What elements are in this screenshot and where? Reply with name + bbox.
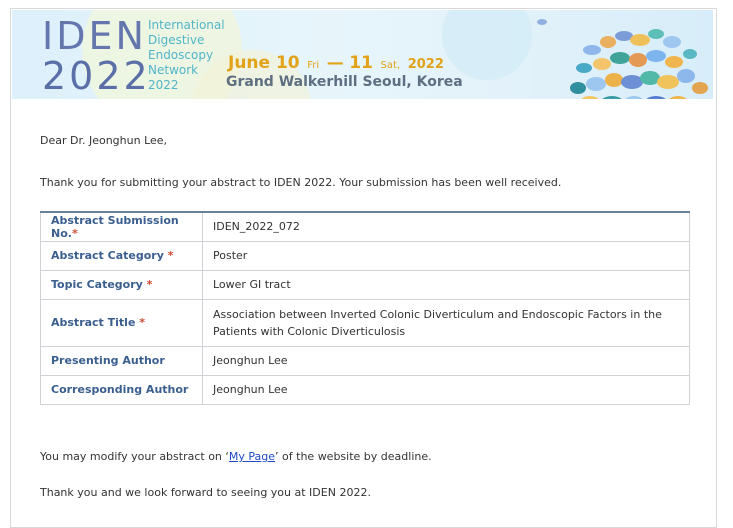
logo-text-year: 2022 bbox=[42, 54, 151, 98]
logo-text-iden: IDEN bbox=[42, 14, 147, 58]
org-line: 2022 bbox=[148, 78, 179, 92]
date-dash: — bbox=[326, 53, 344, 73]
org-line: Digestive bbox=[148, 33, 205, 47]
row-label: Topic Category * bbox=[40, 269, 203, 300]
required-mark: * bbox=[142, 278, 153, 291]
organization-name: International Digestive Endoscopy Networ… bbox=[148, 18, 225, 93]
email-greeting: Dear Dr. Jeonghun Lee, bbox=[40, 134, 168, 147]
event-venue: Grand Walkerhill Seoul, Korea bbox=[226, 74, 463, 90]
org-line: Network bbox=[148, 63, 199, 77]
row-label: Abstract Submission No.* bbox=[40, 211, 203, 242]
row-label: Abstract Title * bbox=[40, 298, 203, 347]
table-row: Corresponding Author Jeonghun Lee bbox=[40, 374, 690, 405]
org-line: International bbox=[148, 18, 225, 32]
conference-banner: IDEN 2022 International Digestive Endosc… bbox=[12, 10, 713, 99]
required-mark: * bbox=[135, 316, 146, 329]
row-value: Association between Inverted Colonic Div… bbox=[202, 298, 690, 347]
table-row: Abstract Category * Poster bbox=[40, 240, 690, 271]
date-start: June 10 bbox=[228, 53, 300, 73]
row-value: Poster bbox=[202, 240, 690, 271]
email-closing: Thank you and we look forward to seeing … bbox=[40, 486, 371, 499]
date-end-day: Sat, bbox=[380, 60, 401, 71]
table-row: Topic Category * Lower GI tract bbox=[40, 269, 690, 300]
date-end: 11 bbox=[349, 53, 373, 73]
row-label: Abstract Category * bbox=[40, 240, 203, 271]
org-line: Endoscopy bbox=[148, 48, 214, 62]
submission-details-table: Abstract Submission No.* IDEN_2022_072 A… bbox=[40, 211, 690, 405]
table-row: Abstract Submission No.* IDEN_2022_072 bbox=[40, 211, 690, 242]
email-modify-notice: You may modify your abstract on ‘My Page… bbox=[40, 450, 432, 463]
row-value: IDEN_2022_072 bbox=[202, 211, 690, 242]
iden-logo: IDEN 2022 bbox=[42, 14, 152, 98]
date-start-day: Fri bbox=[307, 60, 320, 71]
row-label: Presenting Author bbox=[40, 345, 203, 376]
leaf-globe-illustration bbox=[537, 19, 708, 99]
table-row: Presenting Author Jeonghun Lee bbox=[40, 345, 690, 376]
date-year: 2022 bbox=[407, 57, 444, 72]
row-value: Lower GI tract bbox=[202, 269, 690, 300]
row-value: Jeonghun Lee bbox=[202, 345, 690, 376]
required-mark: * bbox=[71, 226, 78, 240]
row-label: Corresponding Author bbox=[40, 374, 203, 405]
my-page-link[interactable]: My Page bbox=[229, 450, 275, 463]
required-mark: * bbox=[163, 249, 174, 262]
row-value: Jeonghun Lee bbox=[202, 374, 690, 405]
table-row: Abstract Title * Association between Inv… bbox=[40, 298, 690, 347]
email-thanks-message: Thank you for submitting your abstract t… bbox=[40, 176, 562, 189]
event-date: June 10 Fri — 11 Sat, 2022 bbox=[228, 53, 444, 73]
